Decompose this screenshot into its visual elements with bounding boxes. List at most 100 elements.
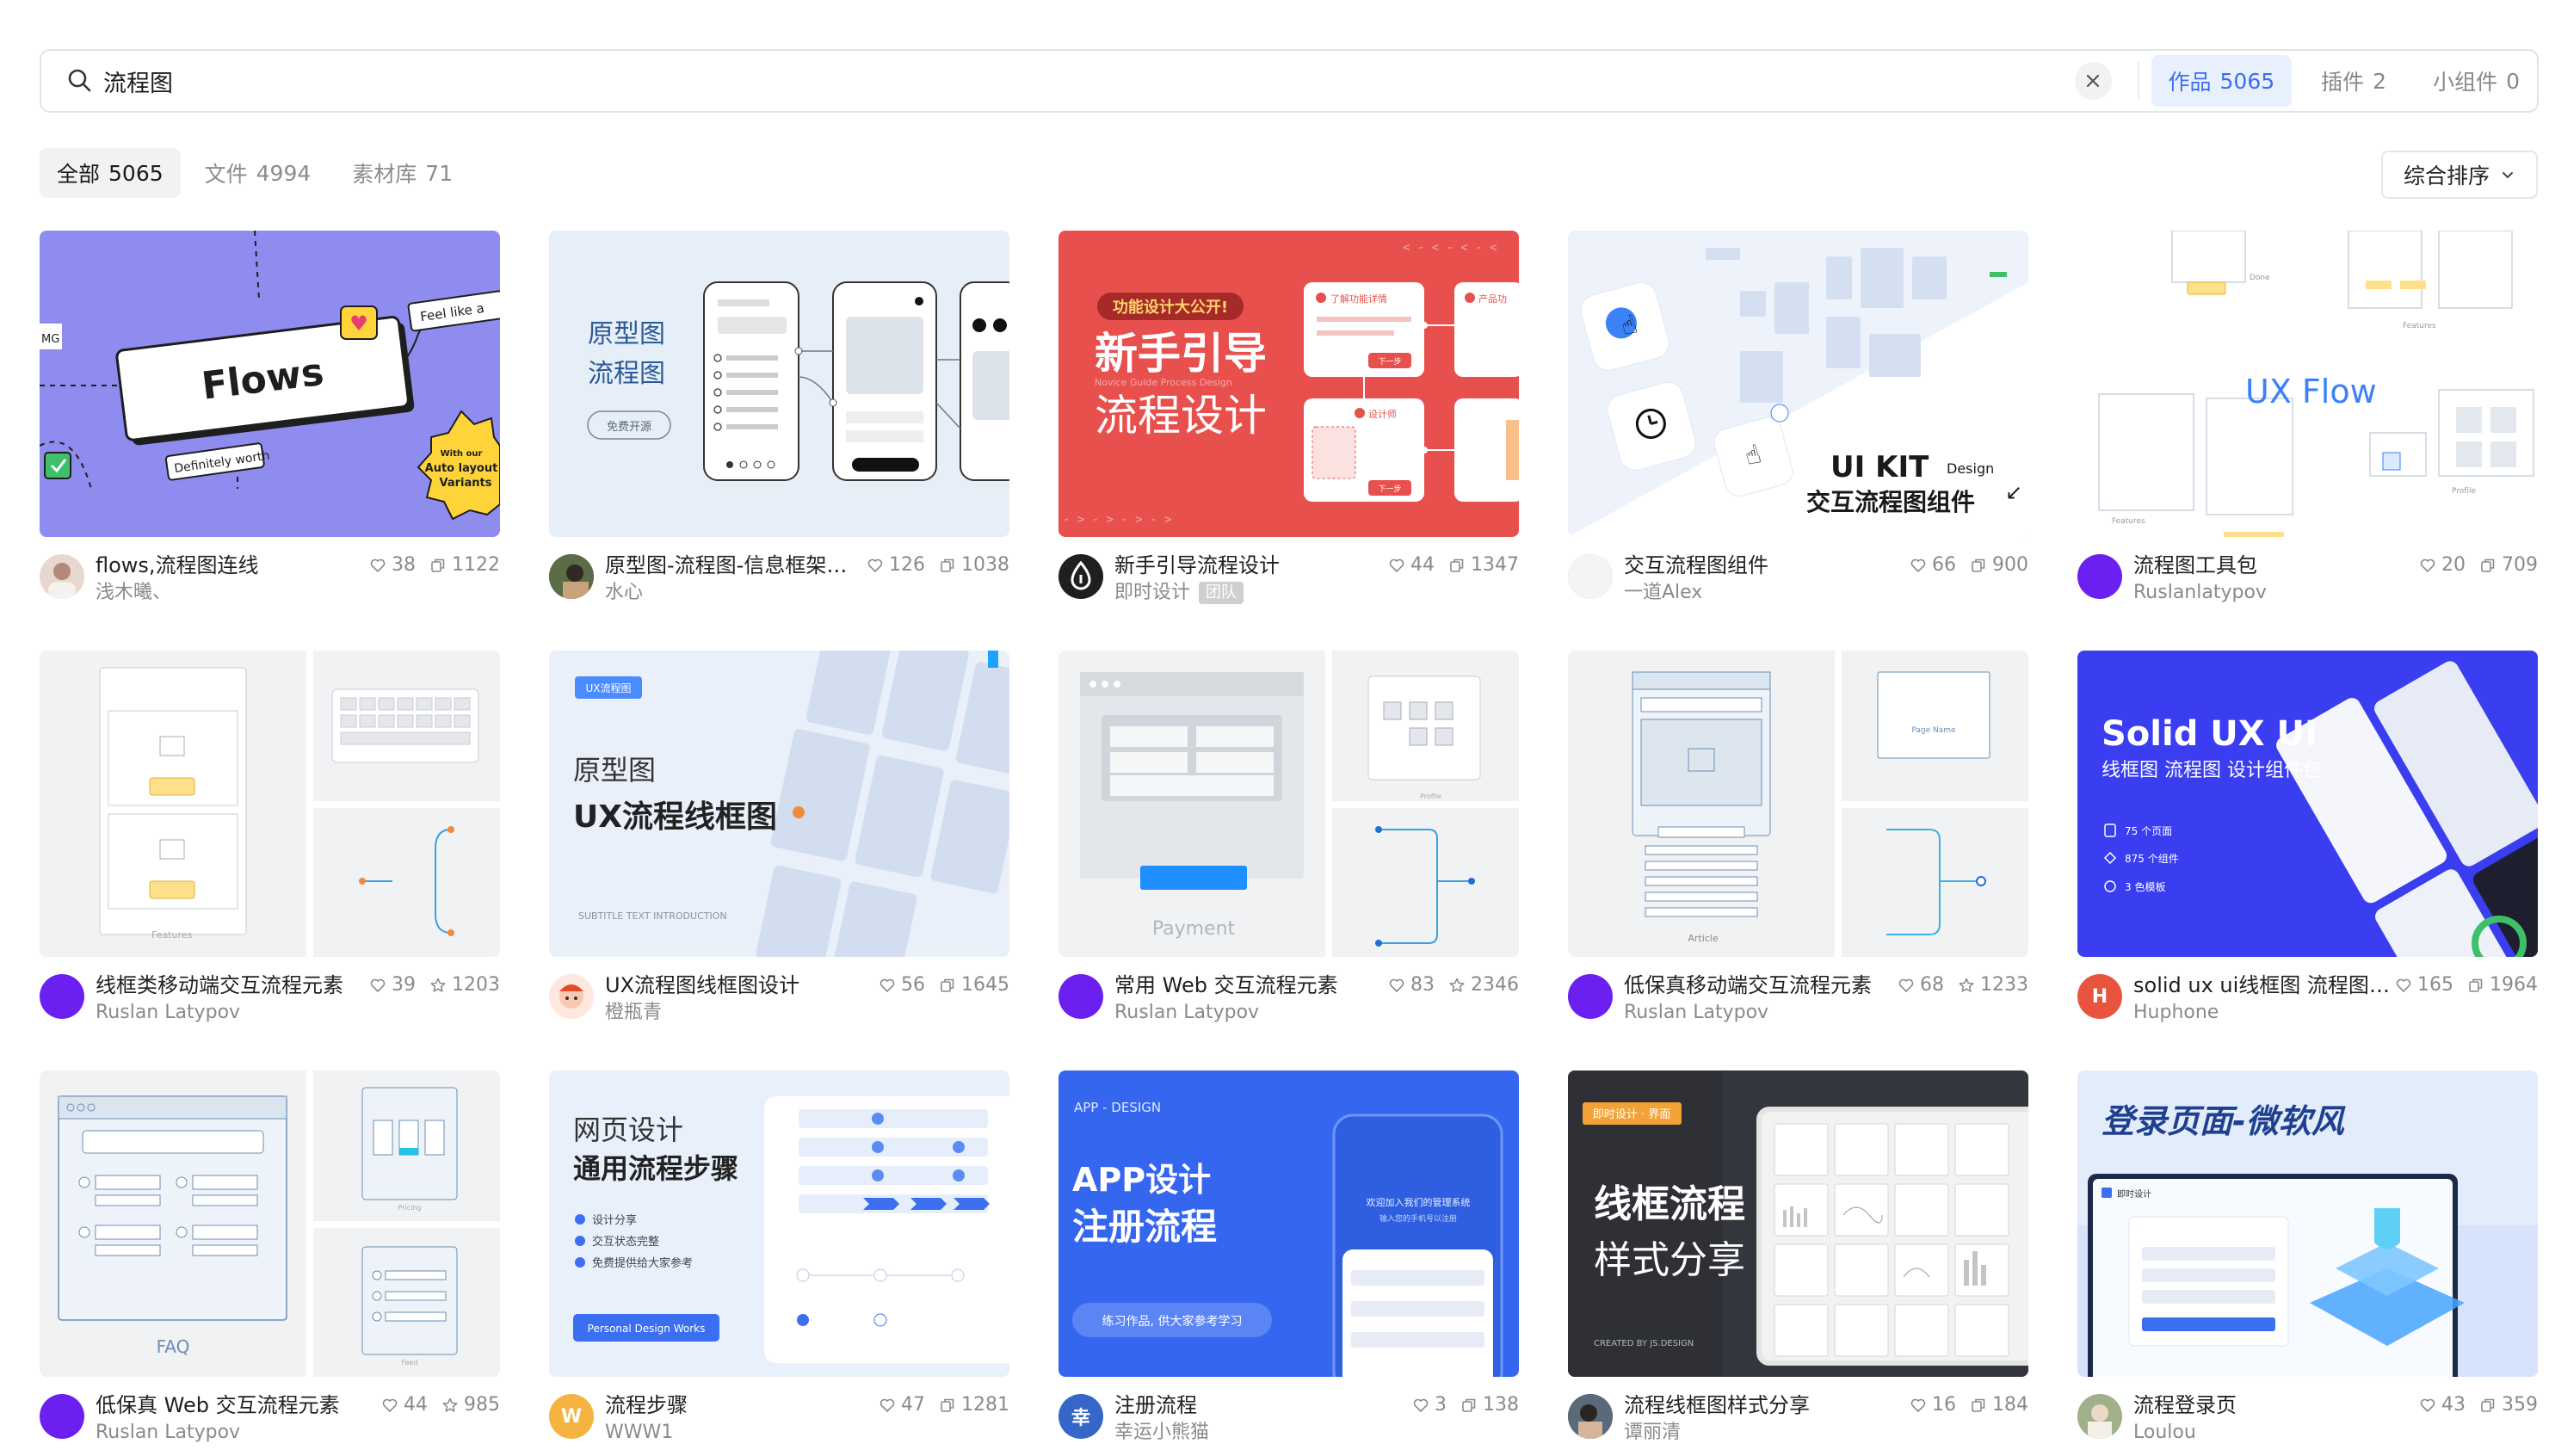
card-title[interactable]: 低保真移动端交互流程元素 — [1624, 972, 1872, 998]
tab-widgets[interactable]: 小组件 0 — [2416, 55, 2537, 107]
card-thumbnail[interactable]: Payment Profile — [1058, 651, 1519, 957]
card-thumbnail[interactable]: APP - DESIGN APP设计 注册流程 练习作品, 供大家参考学习 欢迎… — [1058, 1070, 1519, 1377]
work-card[interactable]: FAQ Pricing Feed 低保真 Web 交互流程元素 Ruslan L… — [40, 1070, 500, 1453]
heart-icon — [2420, 1398, 2435, 1413]
avatar[interactable] — [1568, 554, 1613, 599]
avatar[interactable] — [40, 554, 84, 599]
card-author[interactable]: Ruslanlatypov — [2133, 581, 2267, 605]
card-author[interactable]: Ruslan Latypov — [1624, 1001, 1768, 1025]
card-title[interactable]: 注册流程 — [1114, 1392, 1197, 1418]
card-title[interactable]: 流程线框图样式分享 — [1624, 1392, 1810, 1418]
card-author[interactable]: WWW1 — [605, 1421, 673, 1445]
card-title[interactable]: 交互流程图组件 — [1624, 552, 1768, 578]
card-author[interactable]: 水心 — [605, 581, 643, 605]
work-card[interactable]: APP - DESIGN APP设计 注册流程 练习作品, 供大家参考学习 欢迎… — [1058, 1070, 1519, 1453]
card-author[interactable]: 浅木曦、 — [96, 581, 171, 605]
card-stats: 43 359 — [2419, 1392, 2538, 1418]
card-thumbnail[interactable]: 即时设计 · 界面 线框流程 样式分享 CREATED BY JS.DESIGN — [1568, 1070, 2028, 1377]
clear-search-button[interactable] — [2074, 62, 2112, 100]
work-card[interactable]: 登录页面-微软风 即时设计 流程登录页 Loulou 43 359 — [2077, 1070, 2538, 1453]
author-name: Ruslan Latypov — [1114, 1002, 1260, 1023]
filter-files[interactable]: 文件 4994 — [188, 148, 329, 198]
avatar[interactable] — [2077, 1394, 2122, 1439]
card-thumbnail[interactable]: FAQ Pricing Feed — [40, 1070, 500, 1377]
thumb-text: 交互状态完整 — [592, 1235, 659, 1249]
work-card[interactable]: UX流程图 原型图 UX流程线框图 SUBTITLE TEXT INTRODUC… — [549, 651, 1009, 1033]
card-title[interactable]: flows,流程图连线 — [96, 552, 259, 578]
card-author[interactable]: 一道Alex — [1624, 581, 1702, 605]
card-thumbnail[interactable]: 原型图 流程图 免费开源 — [549, 231, 1009, 537]
likes-count: 3 — [1435, 1394, 1447, 1416]
card-title[interactable]: 流程图工具包 — [2133, 552, 2257, 578]
filter-all[interactable]: 全部 5065 — [40, 148, 181, 198]
card-thumbnail[interactable]: 网页设计 通用流程步骤 设计分享 交互状态完整 免费提供给大家参考 Person… — [549, 1070, 1009, 1377]
thumb-text: Page Name — [1911, 726, 1956, 735]
card-title[interactable]: 低保真 Web 交互流程元素 — [96, 1392, 340, 1418]
work-card[interactable]: Flows ♥ Feel like a Definitely worth MG … — [40, 231, 500, 613]
thumb-text: 下一步 — [1378, 357, 1401, 367]
card-thumbnail[interactable]: 功能设计大公开! 新手引导 Novice Guide Process Desig… — [1058, 231, 1519, 537]
card-title[interactable]: 原型图-流程图-信息框架图... — [605, 552, 863, 578]
card-thumbnail[interactable]: UX流程图 原型图 UX流程线框图 SUBTITLE TEXT INTRODUC… — [549, 651, 1009, 957]
avatar[interactable] — [1058, 974, 1103, 1019]
card-title[interactable]: 流程步骤 — [605, 1392, 688, 1418]
work-card[interactable]: Done Features Features Profile UX Flow 流… — [2077, 231, 2538, 613]
card-author[interactable]: 谭丽清 — [1624, 1421, 1681, 1445]
card-author[interactable]: Huphone — [2133, 1001, 2219, 1025]
likes-count: 56 — [901, 974, 925, 996]
card-author[interactable]: 即时设计 团队 — [1114, 581, 1244, 605]
work-card[interactable]: Payment Profile 常用 Web 交互流程元素 Ruslan Lat… — [1058, 651, 1519, 1033]
card-author[interactable]: 橙瓶青 — [605, 1001, 662, 1025]
heart-icon — [1910, 558, 1926, 573]
work-card[interactable]: Solid UX UI 线框图 流程图 设计组件包 75 个页面 875 个组件… — [2077, 651, 2538, 1033]
card-title[interactable]: 流程登录页 — [2133, 1392, 2237, 1418]
card-author[interactable]: Loulou — [2133, 1421, 2196, 1445]
search-input[interactable] — [103, 55, 2006, 107]
avatar[interactable] — [40, 1394, 84, 1439]
avatar[interactable]: H — [2077, 974, 2122, 1019]
sort-dropdown[interactable]: 综合排序 — [2381, 151, 2538, 199]
card-thumbnail[interactable]: 登录页面-微软风 即时设计 — [2077, 1070, 2538, 1377]
tab-plugins[interactable]: 插件 2 — [2304, 55, 2404, 107]
card-title[interactable]: solid ux ui线框图 流程图 ... — [2133, 972, 2392, 998]
avatar[interactable] — [1568, 974, 1613, 1019]
thumb-text: Features — [2403, 322, 2436, 330]
avatar[interactable] — [1568, 1394, 1613, 1439]
avatar[interactable] — [2077, 554, 2122, 599]
card-title[interactable]: 新手引导流程设计 — [1114, 552, 1280, 578]
work-card[interactable]: Features 线框类移动端交互流程元素 Ruslan Latypov 39 … — [40, 651, 500, 1033]
work-card[interactable]: ☝ ☝ UI KIT Design 交互流程图组件 ↙ 交互流程图组件 一道Al… — [1568, 231, 2028, 613]
avatar[interactable]: 幸 — [1058, 1394, 1103, 1439]
card-thumbnail[interactable]: Features — [40, 651, 500, 957]
card-title[interactable]: 线框类移动端交互流程元素 — [96, 972, 343, 998]
avatar[interactable] — [549, 974, 594, 1019]
work-card[interactable]: 即时设计 · 界面 线框流程 样式分享 CREATED BY JS.DESIGN… — [1568, 1070, 2028, 1453]
thumb-text: 即时设计 · 界面 — [1593, 1108, 1670, 1121]
heart-icon — [2420, 558, 2435, 573]
avatar[interactable] — [549, 554, 594, 599]
work-card[interactable]: 网页设计 通用流程步骤 设计分享 交互状态完整 免费提供给大家参考 Person… — [549, 1070, 1009, 1453]
filter-libraries[interactable]: 素材库 71 — [335, 148, 470, 198]
card-title[interactable]: UX流程图线框图设计 — [605, 972, 799, 998]
card-thumbnail[interactable]: Done Features Features Profile UX Flow — [2077, 231, 2538, 537]
work-card[interactable]: 原型图 流程图 免费开源 原型图-流程图-信息框架图... 水心 126 103… — [549, 231, 1009, 613]
card-author[interactable]: Ruslan Latypov — [96, 1001, 240, 1025]
tab-works[interactable]: 作品 5065 — [2151, 55, 2293, 107]
card-author[interactable]: 幸运小熊猫 — [1114, 1421, 1209, 1445]
likes-count: 66 — [1932, 554, 1956, 576]
work-card[interactable]: 功能设计大公开! 新手引导 Novice Guide Process Desig… — [1058, 231, 1519, 613]
thumb-text: 欢迎加入我们的管理系统 — [1367, 1196, 1471, 1208]
thumb-text: 输入您的手机号以注册 — [1379, 1213, 1457, 1224]
card-author[interactable]: Ruslan Latypov — [96, 1421, 240, 1445]
card-thumbnail[interactable]: Article Page Name — [1568, 651, 2028, 957]
drop-logo-avatar[interactable] — [1058, 554, 1103, 599]
likes-count: 44 — [404, 1394, 428, 1416]
work-card[interactable]: Article Page Name 低保真移动端交互流程元素 Ruslan La… — [1568, 651, 2028, 1033]
card-thumbnail[interactable]: Solid UX UI 线框图 流程图 设计组件包 75 个页面 875 个组件… — [2077, 651, 2538, 957]
avatar[interactable]: W — [549, 1394, 594, 1439]
card-author[interactable]: Ruslan Latypov — [1114, 1001, 1259, 1025]
avatar[interactable] — [40, 974, 84, 1019]
card-thumbnail[interactable]: Flows ♥ Feel like a Definitely worth MG … — [40, 231, 500, 537]
card-thumbnail[interactable]: ☝ ☝ UI KIT Design 交互流程图组件 ↙ — [1568, 231, 2028, 537]
card-title[interactable]: 常用 Web 交互流程元素 — [1114, 972, 1338, 998]
